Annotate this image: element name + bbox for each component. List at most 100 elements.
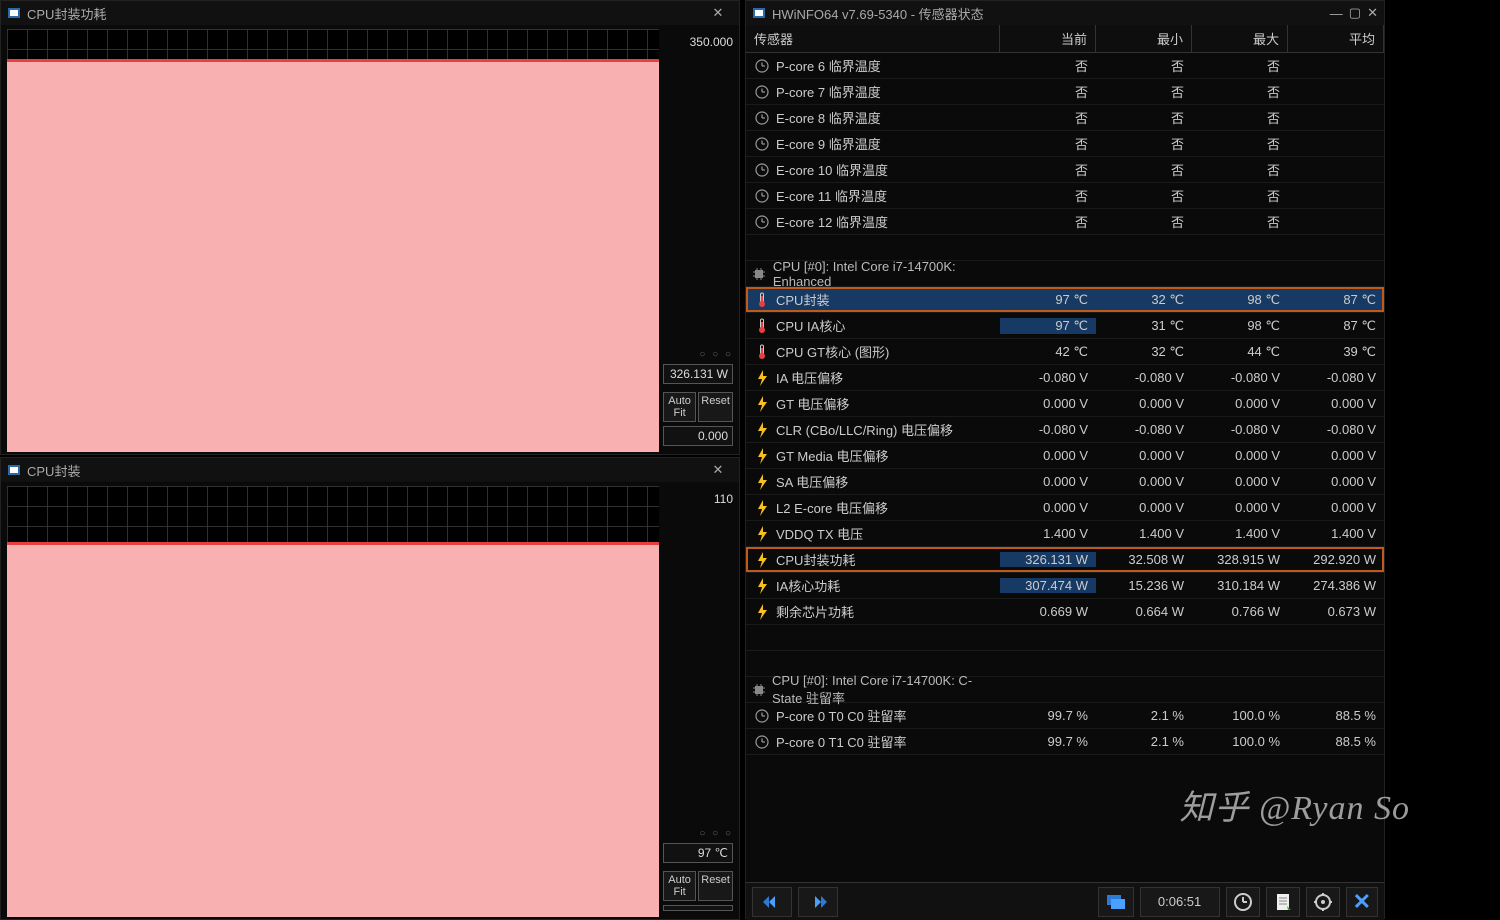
sensor-row[interactable]: P-core 6 临界温度否否否 xyxy=(746,53,1384,79)
sensor-row[interactable]: GT 电压偏移0.000 V0.000 V0.000 V0.000 V xyxy=(746,391,1384,417)
val-current: 307.474 W xyxy=(1000,578,1096,593)
sensor-name: GT 电压偏移 xyxy=(776,394,849,413)
val-current: -0.080 V xyxy=(1000,422,1096,437)
val-avg: -0.080 V xyxy=(1288,370,1384,385)
val-min: 32 ℃ xyxy=(1096,344,1192,360)
graph2-titlebar[interactable]: CPU封装 ✕ xyxy=(1,458,739,482)
sensor-row[interactable]: E-core 12 临界温度否否否 xyxy=(746,209,1384,235)
val-min: 否 xyxy=(1096,134,1192,153)
bolt-icon xyxy=(754,448,770,464)
val-min: 0.000 V xyxy=(1096,500,1192,515)
clock-icon xyxy=(754,708,770,724)
val-max: 98 ℃ xyxy=(1192,318,1288,334)
close-icon[interactable]: ✕ xyxy=(703,3,733,23)
bolt-icon xyxy=(754,578,770,594)
log-button[interactable] xyxy=(1266,887,1300,917)
val-max: 0.000 V xyxy=(1192,448,1288,463)
val-max: 否 xyxy=(1192,186,1288,205)
val-avg: 0.000 V xyxy=(1288,448,1384,463)
sensor-row[interactable]: SA 电压偏移0.000 V0.000 V0.000 V0.000 V xyxy=(746,469,1384,495)
close-icon[interactable]: ✕ xyxy=(1367,5,1378,21)
sensor-row[interactable]: E-core 10 临界温度否否否 xyxy=(746,157,1384,183)
sensor-title: HWiNFO64 v7.69-5340 - 传感器状态 xyxy=(772,4,984,23)
sensor-row[interactable]: E-core 11 临界温度否否否 xyxy=(746,183,1384,209)
bolt-icon xyxy=(754,396,770,412)
section-header[interactable]: CPU [#0]: Intel Core i7-14700K: C-State … xyxy=(746,677,1384,703)
val-avg: 88.5 % xyxy=(1288,708,1384,723)
sensor-row[interactable]: P-core 0 T1 C0 驻留率99.7 %2.1 %100.0 %88.5… xyxy=(746,729,1384,755)
bolt-icon xyxy=(754,422,770,438)
sensor-row[interactable]: CPU IA核心97 ℃31 ℃98 ℃87 ℃ xyxy=(746,313,1384,339)
val-avg: 0.000 V xyxy=(1288,500,1384,515)
sensor-row[interactable]: P-core 7 临界温度否否否 xyxy=(746,79,1384,105)
bolt-icon xyxy=(754,604,770,620)
graph2-canvas[interactable] xyxy=(7,486,659,917)
val-avg: 0.000 V xyxy=(1288,474,1384,489)
app-icon xyxy=(752,6,766,20)
settings-button[interactable] xyxy=(1306,887,1340,917)
sensor-row[interactable]: E-core 8 临界温度否否否 xyxy=(746,105,1384,131)
sensor-row[interactable]: CPU封装97 ℃32 ℃98 ℃87 ℃ xyxy=(746,287,1384,313)
reset-button[interactable]: Reset xyxy=(698,871,733,901)
clock-icon xyxy=(754,188,770,204)
sensor-row[interactable]: GT Media 电压偏移0.000 V0.000 V0.000 V0.000 … xyxy=(746,443,1384,469)
clock-icon xyxy=(754,162,770,178)
graph-window-temp: CPU封装 ✕ 110 ○ xyxy=(0,457,740,920)
val-max: 否 xyxy=(1192,82,1288,101)
nav-right-button[interactable] xyxy=(798,887,838,917)
sensor-name: L2 E-core 电压偏移 xyxy=(776,498,888,517)
nav-left-button[interactable] xyxy=(752,887,792,917)
sensor-name: IA核心功耗 xyxy=(776,576,840,595)
sensor-body[interactable]: P-core 6 临界温度否否否P-core 7 临界温度否否否E-core 8… xyxy=(746,53,1384,882)
sensor-row[interactable]: P-core 0 T0 C0 驻留率99.7 %2.1 %100.0 %88.5… xyxy=(746,703,1384,729)
minimize-icon[interactable]: — xyxy=(1330,6,1343,21)
col-avg[interactable]: 平均 xyxy=(1288,25,1384,52)
clock-button[interactable] xyxy=(1226,887,1260,917)
val-avg: -0.080 V xyxy=(1288,422,1384,437)
val-min: 否 xyxy=(1096,82,1192,101)
sensor-name: CPU封装 xyxy=(776,290,829,309)
val-avg: 292.920 W xyxy=(1288,552,1384,567)
elapsed-time: 0:06:51 xyxy=(1140,887,1220,917)
autofit-button[interactable]: Auto Fit xyxy=(663,871,696,901)
graph1-titlebar[interactable]: CPU封装功耗 ✕ xyxy=(1,1,739,25)
thermometer-icon xyxy=(754,292,770,308)
sensor-row[interactable]: CPU封装功耗326.131 W32.508 W328.915 W292.920… xyxy=(746,547,1384,573)
col-sensor[interactable]: 传感器 xyxy=(746,25,1000,52)
val-current: 99.7 % xyxy=(1000,708,1096,723)
clock-icon xyxy=(754,58,770,74)
sensor-row[interactable]: L2 E-core 电压偏移0.000 V0.000 V0.000 V0.000… xyxy=(746,495,1384,521)
col-max[interactable]: 最大 xyxy=(1192,25,1288,52)
close-icon[interactable]: ✕ xyxy=(703,460,733,480)
val-max: 否 xyxy=(1192,56,1288,75)
graph1-canvas[interactable] xyxy=(7,29,659,452)
val-max: 328.915 W xyxy=(1192,552,1288,567)
section-header[interactable]: CPU [#0]: Intel Core i7-14700K: Enhanced xyxy=(746,261,1384,287)
sensor-name: E-core 12 临界温度 xyxy=(776,212,888,231)
sensor-row[interactable]: IA 电压偏移-0.080 V-0.080 V-0.080 V-0.080 V xyxy=(746,365,1384,391)
sensor-titlebar[interactable]: HWiNFO64 v7.69-5340 - 传感器状态 — ▢ ✕ xyxy=(746,1,1384,25)
val-min: 31 ℃ xyxy=(1096,318,1192,334)
col-min[interactable]: 最小 xyxy=(1096,25,1192,52)
sensor-row[interactable]: E-core 9 临界温度否否否 xyxy=(746,131,1384,157)
sensor-name: IA 电压偏移 xyxy=(776,368,843,387)
maximize-icon[interactable]: ▢ xyxy=(1349,5,1361,21)
thermometer-icon xyxy=(754,318,770,334)
sensor-row[interactable]: VDDQ TX 电压1.400 V1.400 V1.400 V1.400 V xyxy=(746,521,1384,547)
monitor-button[interactable] xyxy=(1098,887,1134,917)
col-current[interactable]: 当前 xyxy=(1000,25,1096,52)
sensor-row[interactable]: 剩余芯片功耗0.669 W0.664 W0.766 W0.673 W xyxy=(746,599,1384,625)
sensor-window: HWiNFO64 v7.69-5340 - 传感器状态 — ▢ ✕ 传感器 当前… xyxy=(745,0,1385,919)
scroll-dots: ○ ○ ○ xyxy=(663,349,733,360)
val-min: 0.000 V xyxy=(1096,448,1192,463)
autofit-button[interactable]: Auto Fit xyxy=(663,392,696,422)
sensor-row[interactable]: CLR (CBo/LLC/Ring) 电压偏移-0.080 V-0.080 V-… xyxy=(746,417,1384,443)
close-button[interactable]: ✕ xyxy=(1346,887,1378,917)
sensor-row[interactable]: CPU GT核心 (图形)42 ℃32 ℃44 ℃39 ℃ xyxy=(746,339,1384,365)
val-max: 1.400 V xyxy=(1192,526,1288,541)
sensor-row[interactable]: IA核心功耗307.474 W15.236 W310.184 W274.386 … xyxy=(746,573,1384,599)
reset-button[interactable]: Reset xyxy=(698,392,733,422)
val-min: 1.400 V xyxy=(1096,526,1192,541)
clock-icon xyxy=(754,136,770,152)
val-min: 否 xyxy=(1096,160,1192,179)
